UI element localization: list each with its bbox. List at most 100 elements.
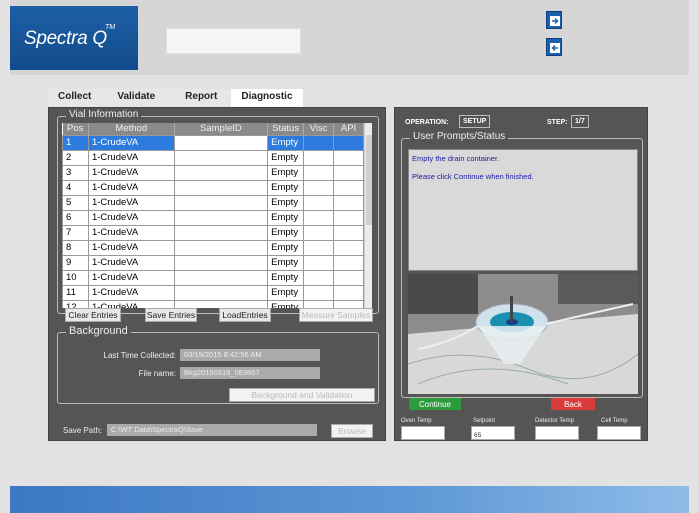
main-tabs: Collect Validate Report Diagnostic [48,89,303,107]
vial-api-cell [333,239,364,256]
vial-api-cell [333,254,364,271]
vial-api-cell [333,299,364,308]
tab-diagnostic[interactable]: Diagnostic [231,89,303,107]
vial-sampleid-cell[interactable] [173,239,269,256]
footer-bar [10,486,689,513]
vial-sampleid-cell[interactable] [173,209,269,226]
continue-button[interactable]: Continue [409,398,461,410]
vial-visc-cell [303,239,335,256]
vial-method-cell: 1-CrudeVA [87,164,175,181]
vial-row[interactable]: 10 1-CrudeVA Empty [62,269,364,286]
vial-row[interactable]: 9 1-CrudeVA Empty [62,254,364,271]
vial-sampleid-cell[interactable] [173,284,269,301]
vial-sampleid-cell[interactable] [173,164,269,181]
operation-label: OPERATION: [405,119,449,126]
detector-temp-value [535,426,579,440]
vial-row[interactable]: 8 1-CrudeVA Empty [62,239,364,256]
vial-status-cell: Empty [267,149,305,166]
col-pos[interactable]: Pos [62,123,89,135]
header-title-field [166,28,301,54]
tab-collect[interactable]: Collect [48,89,102,107]
save-path-input[interactable]: C:\WT Data\SpectraQ\Save [107,424,317,436]
vial-status-cell: Empty [267,269,305,286]
background-validation-button[interactable]: Background and Validation [229,388,375,402]
vial-visc-cell [303,149,335,166]
vial-row[interactable]: 11 1-CrudeVA Empty [62,284,364,301]
tab-validate[interactable]: Validate [101,89,172,107]
oven-temp-value [401,426,445,440]
prompt-text-area: Empty the drain container. Please click … [408,149,638,271]
vial-visc-cell [303,299,335,308]
app-window: Spectra Q TM Collect Validate Report Dia… [0,0,699,513]
vial-row[interactable]: 4 1-CrudeVA Empty [62,179,364,196]
vial-row[interactable]: 5 1-CrudeVA Empty [62,194,364,211]
vial-table-container: Pos Method SampleID Status Visc API 1 1-C… [62,123,372,308]
back-button[interactable]: Back [551,398,595,410]
vial-method-cell: 1-CrudeVA [87,224,175,241]
vial-method-cell: 1-CrudeVA [87,254,175,271]
measure-samples-button[interactable]: Measure Samples [299,308,373,322]
vial-row[interactable]: 3 1-CrudeVA Empty [62,164,364,181]
vial-sampleid-cell[interactable] [173,254,269,271]
setpoint-label: Setpoint [473,418,496,424]
save-path-label: Save Path: [63,426,103,435]
vial-status-cell: Empty [267,239,305,256]
vial-row[interactable]: 6 1-CrudeVA Empty [62,209,364,226]
vial-visc-cell [303,179,335,196]
vial-sampleid-cell[interactable] [173,194,269,211]
load-entries-button[interactable]: LoadEntries [219,308,271,322]
setpoint-input[interactable]: 65 [471,426,515,440]
vial-table-body: 1 1-CrudeVA Empty 2 1-CrudeVA Empty 3 1-CrudeVA… [62,134,364,308]
vial-status-cell: Empty [267,284,305,301]
vial-status-cell: Empty [267,164,305,181]
operation-value: SETUP [459,115,491,128]
vial-row[interactable]: 2 1-CrudeVA Empty [62,149,364,166]
scrollbar-thumb[interactable] [366,135,372,225]
vial-visc-cell [303,134,335,151]
prompt-line-1: Empty the drain container. [412,154,500,163]
cell-temp-value [597,426,641,440]
browse-button[interactable]: Browse [331,424,373,438]
col-status[interactable]: Status [267,123,305,135]
export-icon[interactable] [546,11,562,29]
vial-row[interactable]: 7 1-CrudeVA Empty [62,224,364,241]
vial-sampleid-cell[interactable] [173,134,269,151]
vial-sampleid-cell[interactable] [173,269,269,286]
collect-panel: Vial Information Pos Method SampleID Sta… [48,107,386,441]
vial-information-group: Vial Information Pos Method SampleID Sta… [57,109,379,314]
vial-method-cell: 1-CrudeVA [87,284,175,301]
vial-method-cell: 1-CrudeVA [87,299,175,308]
detector-temp-label: Detector Temp [535,418,574,424]
vial-api-cell [333,194,364,211]
vial-status-cell: Empty [267,194,305,211]
tab-report[interactable]: Report [171,89,232,107]
vial-sampleid-cell[interactable] [173,179,269,196]
import-icon[interactable] [546,38,562,56]
vial-api-cell [333,209,364,226]
instrument-photo [408,274,638,394]
last-time-value: 03/19/2015 8:42:56 AM [180,349,320,361]
vial-sampleid-cell[interactable] [173,149,269,166]
file-name-label: File name: [138,369,176,378]
vial-pos-cell: 12 [62,299,89,308]
col-api[interactable]: API [333,123,364,135]
vial-row[interactable]: 1 1-CrudeVA Empty [62,134,364,151]
col-method[interactable]: Method [88,123,175,135]
logo-text: Spectra Q [24,28,107,49]
col-sampleid[interactable]: SampleID [174,123,269,135]
spectraq-logo: Spectra Q TM [10,6,138,70]
vial-information-legend: Vial Information [66,109,142,120]
vial-method-cell: 1-CrudeVA [87,239,175,256]
vial-method-cell: 1-CrudeVA [87,194,175,211]
vial-api-cell [333,134,364,151]
vial-sampleid-cell[interactable] [173,299,269,308]
save-entries-button[interactable]: Save Entries [145,308,197,322]
vial-visc-cell [303,164,335,181]
col-visc[interactable]: Visc [303,123,335,135]
vial-table-scrollbar[interactable] [364,123,372,308]
step-label: STEP: [547,119,568,126]
vial-sampleid-cell[interactable] [173,224,269,241]
clear-entries-button[interactable]: Clear Entries [65,308,121,322]
vial-visc-cell [303,269,335,286]
vial-row[interactable]: 12 1-CrudeVA Empty [62,299,364,308]
